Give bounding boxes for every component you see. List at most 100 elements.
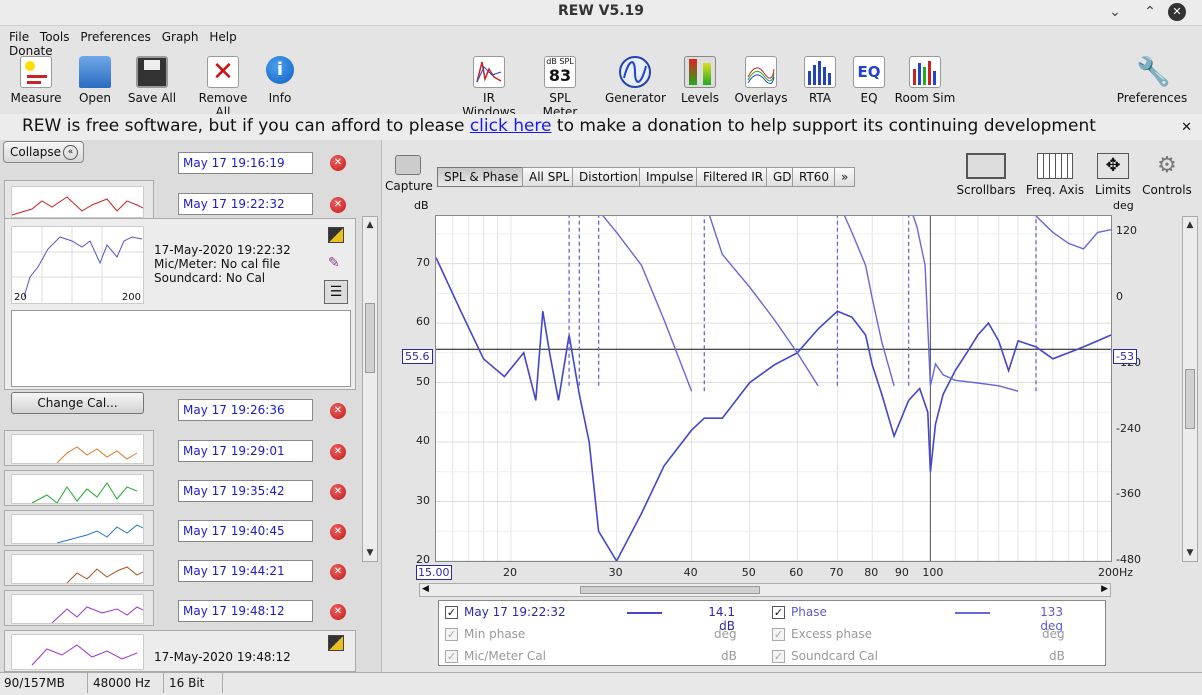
plot-hscrollbar[interactable]: ◀ ▶ [419, 583, 1111, 597]
measurement-thumbnail[interactable] [11, 594, 144, 624]
remove-measurement-icon[interactable]: ✕ [330, 444, 346, 460]
phase-checkbox[interactable]: ✓ [772, 606, 785, 619]
scroll-up-icon[interactable]: ▲ [363, 219, 377, 231]
donate-link[interactable]: click here [470, 116, 552, 136]
edit-notes-icon[interactable] [328, 227, 344, 243]
cursor-left-value: 55.6 [402, 349, 433, 364]
overlays-label: Overlays [734, 91, 788, 105]
scroll-thumb[interactable] [365, 303, 375, 373]
tab-spl-phase[interactable]: SPL & Phase [437, 167, 526, 187]
measurement-name-field[interactable]: May 17 19:26:36 [178, 399, 313, 421]
ir-windows-button[interactable]: IR Windows [456, 56, 522, 119]
generator-button[interactable]: Generator [605, 56, 666, 105]
remove-measurement-icon[interactable]: ✕ [330, 524, 346, 540]
measurement-thumbnail[interactable] [11, 186, 144, 218]
levels-button[interactable]: Levels [680, 56, 720, 105]
collapse-button[interactable]: Collapse « [3, 141, 84, 163]
measurement-notes-area[interactable] [11, 310, 351, 387]
tab-rt60[interactable]: RT60 [792, 167, 837, 187]
remove-measurement-icon[interactable]: ✕ [330, 564, 346, 580]
measurement-name-field[interactable]: May 17 19:29:01 [178, 440, 313, 462]
pen-icon[interactable]: ✎ [328, 255, 340, 271]
measurement-name-field[interactable]: May 17 19:35:42 [178, 480, 313, 502]
tab-all-spl[interactable]: All SPL [522, 167, 577, 187]
measurement-name-field[interactable]: May 17 19:40:45 [178, 520, 313, 542]
spl-meter-button[interactable]: dB SPL 83 SPL Meter [530, 56, 590, 119]
tab-more[interactable]: » [834, 167, 856, 187]
minimize-icon[interactable]: ⌄ [1104, 2, 1126, 22]
menu-help[interactable]: Help [209, 30, 236, 44]
scroll-up-icon[interactable]: ▲ [1183, 219, 1197, 231]
change-cal-button[interactable]: Change Cal... [11, 392, 144, 414]
scroll-right-icon[interactable]: ▶ [1101, 584, 1108, 594]
remove-measurement-icon[interactable]: ✕ [330, 197, 346, 213]
measurement-name-field[interactable]: May 17 19:48:12 [178, 600, 313, 622]
measurement-thumbnail[interactable] [11, 474, 144, 504]
menu-file[interactable]: File [9, 30, 29, 44]
remove-measurement-icon[interactable]: ✕ [330, 403, 346, 419]
remove-measurement-icon[interactable]: ✕ [330, 155, 346, 171]
thumb-min-label: 20 [14, 292, 27, 303]
eq-button[interactable]: EQ EQ [852, 56, 886, 105]
min-phase-checkbox[interactable]: ✓ [445, 628, 458, 641]
menu-tools[interactable]: Tools [40, 30, 70, 44]
scroll-thumb[interactable] [1185, 369, 1195, 429]
save-all-button[interactable]: Save All [127, 56, 177, 105]
mic-cal-checkbox[interactable]: ✓ [445, 650, 458, 663]
x-start-value[interactable]: 15.00 [416, 565, 452, 580]
limits-button[interactable]: ✥ Limits [1092, 153, 1134, 197]
measurement-name-field[interactable]: May 17 19:22:32 [178, 193, 313, 215]
measurement-details: 17-May-2020 19:22:32 Mic/Meter: No cal f… [154, 243, 291, 285]
series-spl-line [435, 257, 1112, 563]
excess-phase-label: Excess phase [791, 627, 872, 641]
remove-measurement-icon[interactable]: ✕ [330, 604, 346, 620]
plot-vscrollbar[interactable]: ▲ ▼ [1182, 216, 1198, 562]
room-sim-button[interactable]: Room Sim [894, 56, 956, 105]
close-icon[interactable]: ✕ [1168, 3, 1186, 21]
tab-filtered-ir[interactable]: Filtered IR [696, 167, 771, 187]
menu-preferences[interactable]: Preferences [80, 30, 151, 44]
maximize-icon[interactable]: ⌃ [1139, 2, 1161, 22]
measurement-name-field[interactable]: May 17 19:16:19 [178, 152, 313, 174]
scrollbars-button[interactable]: Scrollbars [956, 153, 1016, 197]
left-panel-scrollbar[interactable]: ▲ ▼ [362, 216, 378, 562]
scroll-down-icon[interactable]: ▼ [363, 547, 377, 559]
spl-phase-plot[interactable] [435, 199, 1112, 563]
measurement-name-field[interactable]: May 17 19:44:21 [178, 560, 313, 582]
banner-close-icon[interactable]: ✕ [1181, 120, 1192, 135]
excess-phase-checkbox[interactable]: ✓ [772, 628, 785, 641]
soundcard-cal-checkbox[interactable]: ✓ [772, 650, 785, 663]
measurement-thumbnail-large[interactable]: 20 200 [11, 226, 144, 304]
scroll-left-icon[interactable]: ◀ [422, 584, 429, 594]
measurement-thumbnail[interactable] [11, 514, 144, 544]
thumb-max-label: 200 [121, 292, 141, 303]
tab-impulse[interactable]: Impulse [639, 167, 701, 187]
y-right-tick-label: -480 [1116, 553, 1141, 566]
edit-notes-icon[interactable] [328, 635, 344, 651]
legend-checkbox[interactable]: ✓ [445, 606, 458, 619]
controls-label: Controls [1142, 183, 1192, 197]
measurement-thumbnail[interactable] [11, 634, 144, 670]
capture-button[interactable]: Capture [385, 155, 433, 193]
y-right-tick-label: 0 [1116, 290, 1123, 304]
tab-distortion[interactable]: Distortion [572, 167, 645, 187]
rta-button[interactable]: RTA [803, 56, 837, 105]
plot-canvas [435, 199, 1112, 563]
remove-measurement-icon[interactable]: ✕ [330, 484, 346, 500]
remove-all-button[interactable]: ✕ Remove All [190, 56, 256, 119]
measurement-thumbnail[interactable] [11, 434, 144, 464]
freq-axis-button[interactable]: Freq. Axis [1025, 153, 1085, 197]
scroll-down-icon[interactable]: ▼ [1183, 547, 1197, 559]
info-button[interactable]: i Info [266, 56, 294, 105]
hscroll-thumb[interactable] [580, 586, 760, 594]
measure-button[interactable]: Measure [10, 56, 62, 105]
measurement-thumbnail[interactable] [11, 554, 144, 584]
overlays-button[interactable]: Overlays [734, 56, 788, 105]
open-button[interactable]: Open [75, 56, 115, 105]
notes-list-icon[interactable]: ☰ [324, 280, 348, 304]
menu-graph[interactable]: Graph [162, 30, 199, 44]
y-left-tick-label: 50 [416, 374, 430, 388]
controls-button[interactable]: ⚙ Controls [1142, 153, 1192, 197]
preferences-button[interactable]: 🔧 Preferences [1116, 56, 1188, 106]
thumbnail-curve [31, 644, 138, 666]
